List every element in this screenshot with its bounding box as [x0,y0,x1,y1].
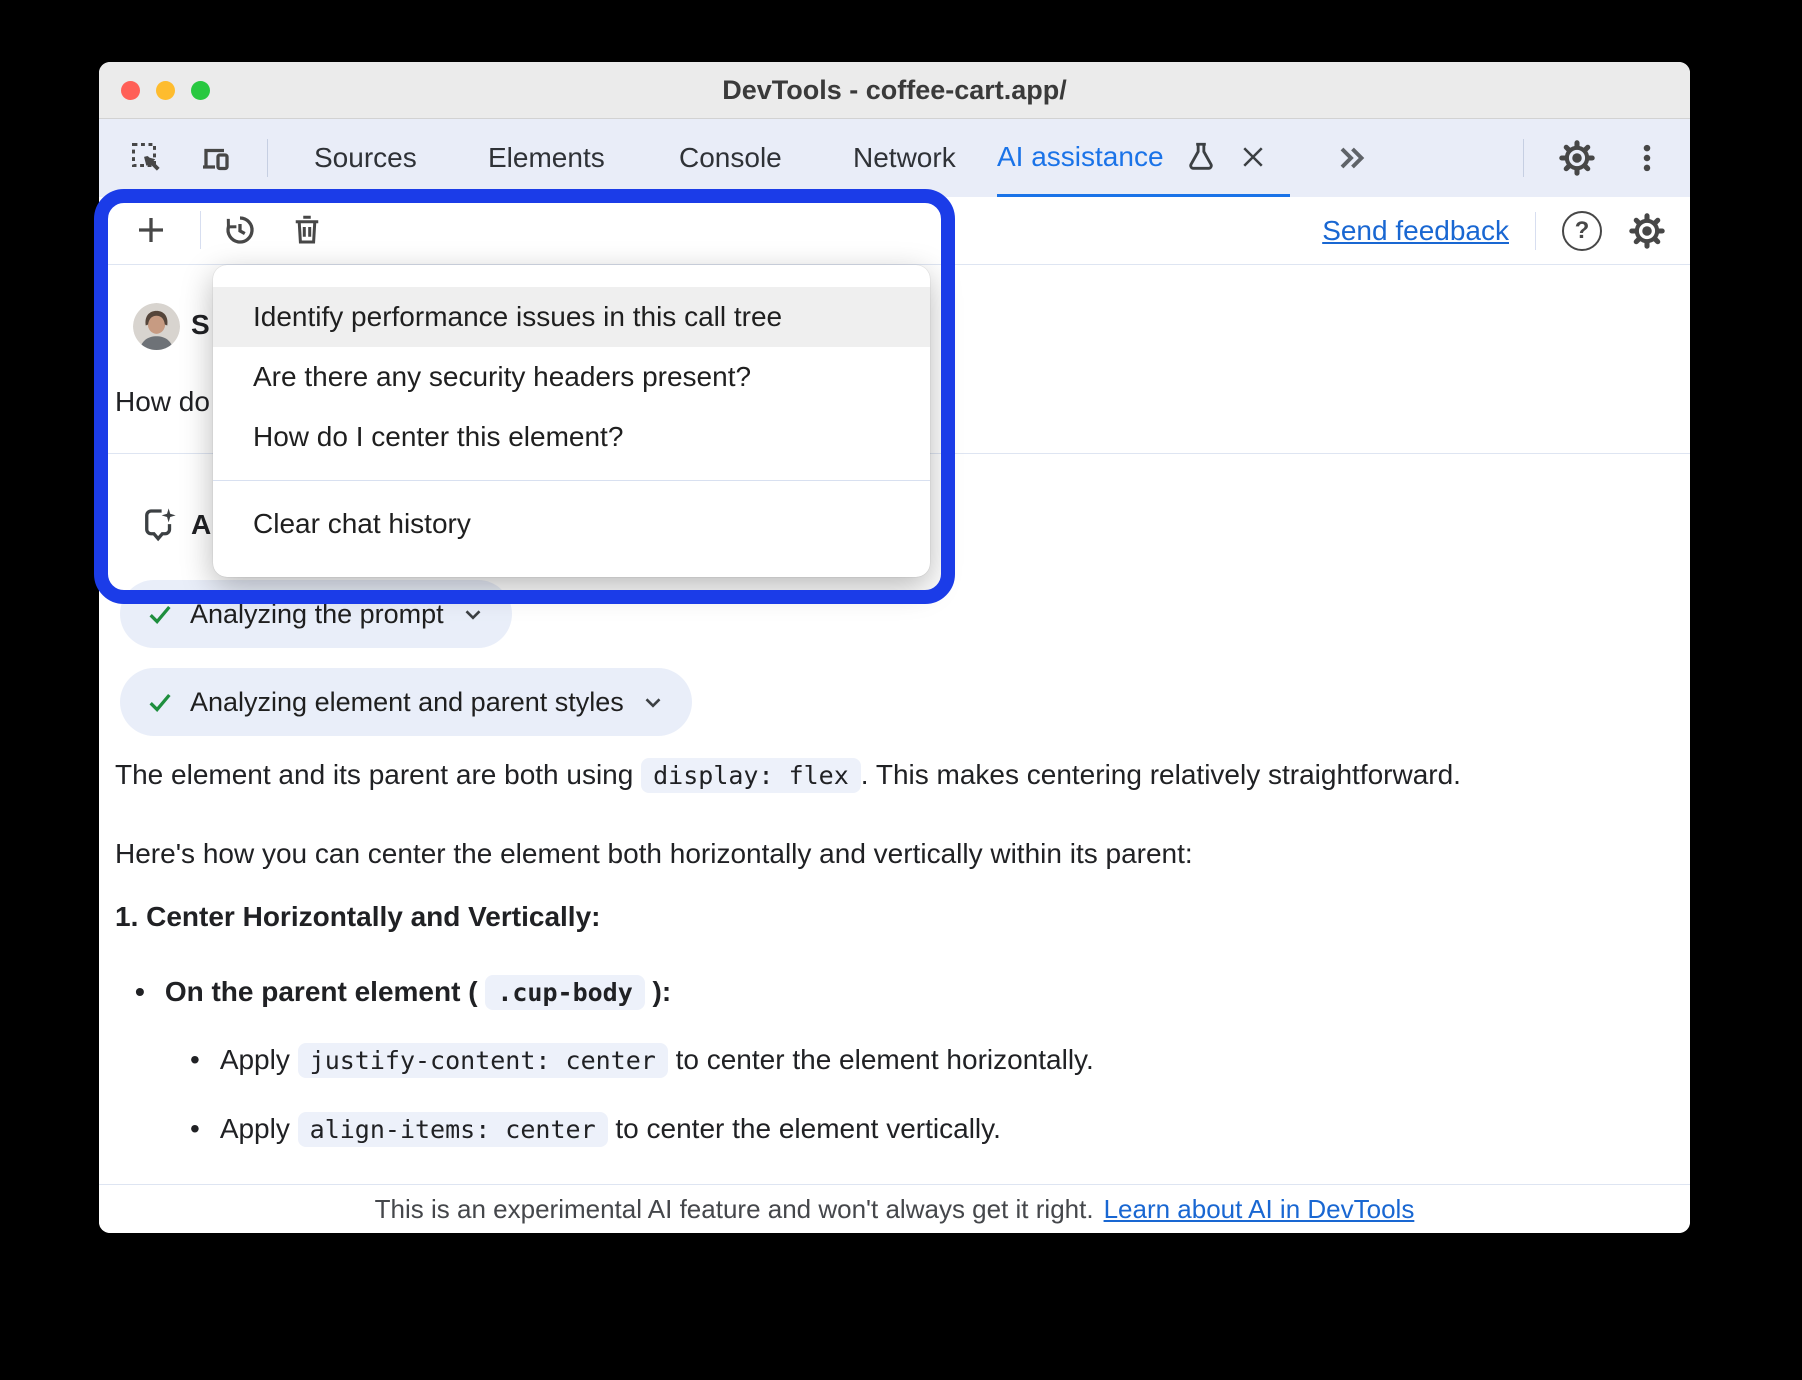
new-chat-icon[interactable] [132,211,170,249]
learn-about-ai-link[interactable]: Learn about AI in DevTools [1104,1194,1415,1225]
answer-sub-bullet-1: Apply justify-content: center to center … [190,1044,1094,1076]
delete-chat-icon[interactable] [288,211,326,249]
inspect-element-icon[interactable] [129,140,165,176]
inline-code: align-items: center [298,1112,608,1147]
ai-assistance-toolbar: Send feedback ? [99,197,1690,265]
check-icon [146,600,174,628]
tabbar-right-divider [1523,139,1524,177]
menu-item-security-headers[interactable]: Are there any security headers present? [213,347,930,407]
menu-separator [213,480,930,481]
answer-bullet: On the parent element ( .cup-body ): [135,976,671,1008]
menu-item-clear-history[interactable]: Clear chat history [213,494,930,554]
disclaimer-footer: This is an experimental AI feature and w… [99,1184,1690,1233]
gear-icon[interactable] [1558,139,1596,177]
more-tabs-icon[interactable] [1333,140,1369,176]
chevron-down-icon [640,689,666,715]
toolbar-right-divider [1535,212,1536,250]
menu-item-center-element[interactable]: How do I center this element? [213,407,930,467]
ai-settings-gear-icon[interactable] [1628,212,1666,250]
user-avatar [133,303,180,350]
history-dropdown-menu: Identify performance issues in this call… [213,265,930,577]
tab-elements[interactable]: Elements [488,119,605,197]
close-tab-icon[interactable] [1238,142,1268,172]
inline-code: justify-content: center [298,1043,668,1078]
titlebar: DevTools - coffee-cart.app/ [99,62,1690,119]
device-toolbar-icon[interactable] [197,140,233,176]
zoom-window-button[interactable] [191,81,210,100]
step-label: Analyzing element and parent styles [190,687,624,718]
user-name: S [191,309,210,341]
answer-paragraph-1: The element and its parent are both usin… [115,759,1461,791]
chevron-down-icon [460,601,486,627]
answer-heading: 1. Center Horizontally and Vertically: [115,901,600,933]
close-window-button[interactable] [121,81,140,100]
inline-code: display: flex [641,758,861,793]
kebab-menu-icon[interactable] [1630,141,1664,175]
check-icon [146,688,174,716]
beaker-icon [1184,140,1218,174]
answer-paragraph-2: Here's how you can center the element bo… [115,838,1193,870]
tab-console[interactable]: Console [679,119,782,197]
devtools-tabbar: Sources Elements Console Network AI assi… [99,119,1690,197]
tabbar-divider [267,139,268,177]
inline-code: .cup-body [485,975,644,1010]
ai-spark-icon [138,504,180,546]
window-title: DevTools - coffee-cart.app/ [722,75,1067,106]
tab-ai-assistance[interactable]: AI assistance [997,119,1290,197]
toolbar-divider [200,211,201,249]
tab-ai-assistance-label: AI assistance [997,141,1164,173]
step-analyzing-styles[interactable]: Analyzing element and parent styles [120,668,692,736]
tab-network[interactable]: Network [853,119,956,197]
tab-sources[interactable]: Sources [314,119,417,197]
devtools-window: DevTools - coffee-cart.app/ Sources Elem… [99,62,1690,1233]
assistant-name: A [191,509,211,541]
send-feedback-link[interactable]: Send feedback [1322,215,1509,247]
disclaimer-text: This is an experimental AI feature and w… [375,1194,1094,1225]
step-label: Analyzing the prompt [190,599,444,630]
minimize-window-button[interactable] [156,81,175,100]
answer-sub-bullet-2: Apply align-items: center to center the … [190,1113,1001,1145]
traffic-lights [121,81,210,100]
help-icon[interactable]: ? [1562,211,1602,251]
step-analyzing-prompt[interactable]: Analyzing the prompt [120,580,512,648]
history-icon[interactable] [221,211,259,249]
menu-item-performance[interactable]: Identify performance issues in this call… [213,287,930,347]
